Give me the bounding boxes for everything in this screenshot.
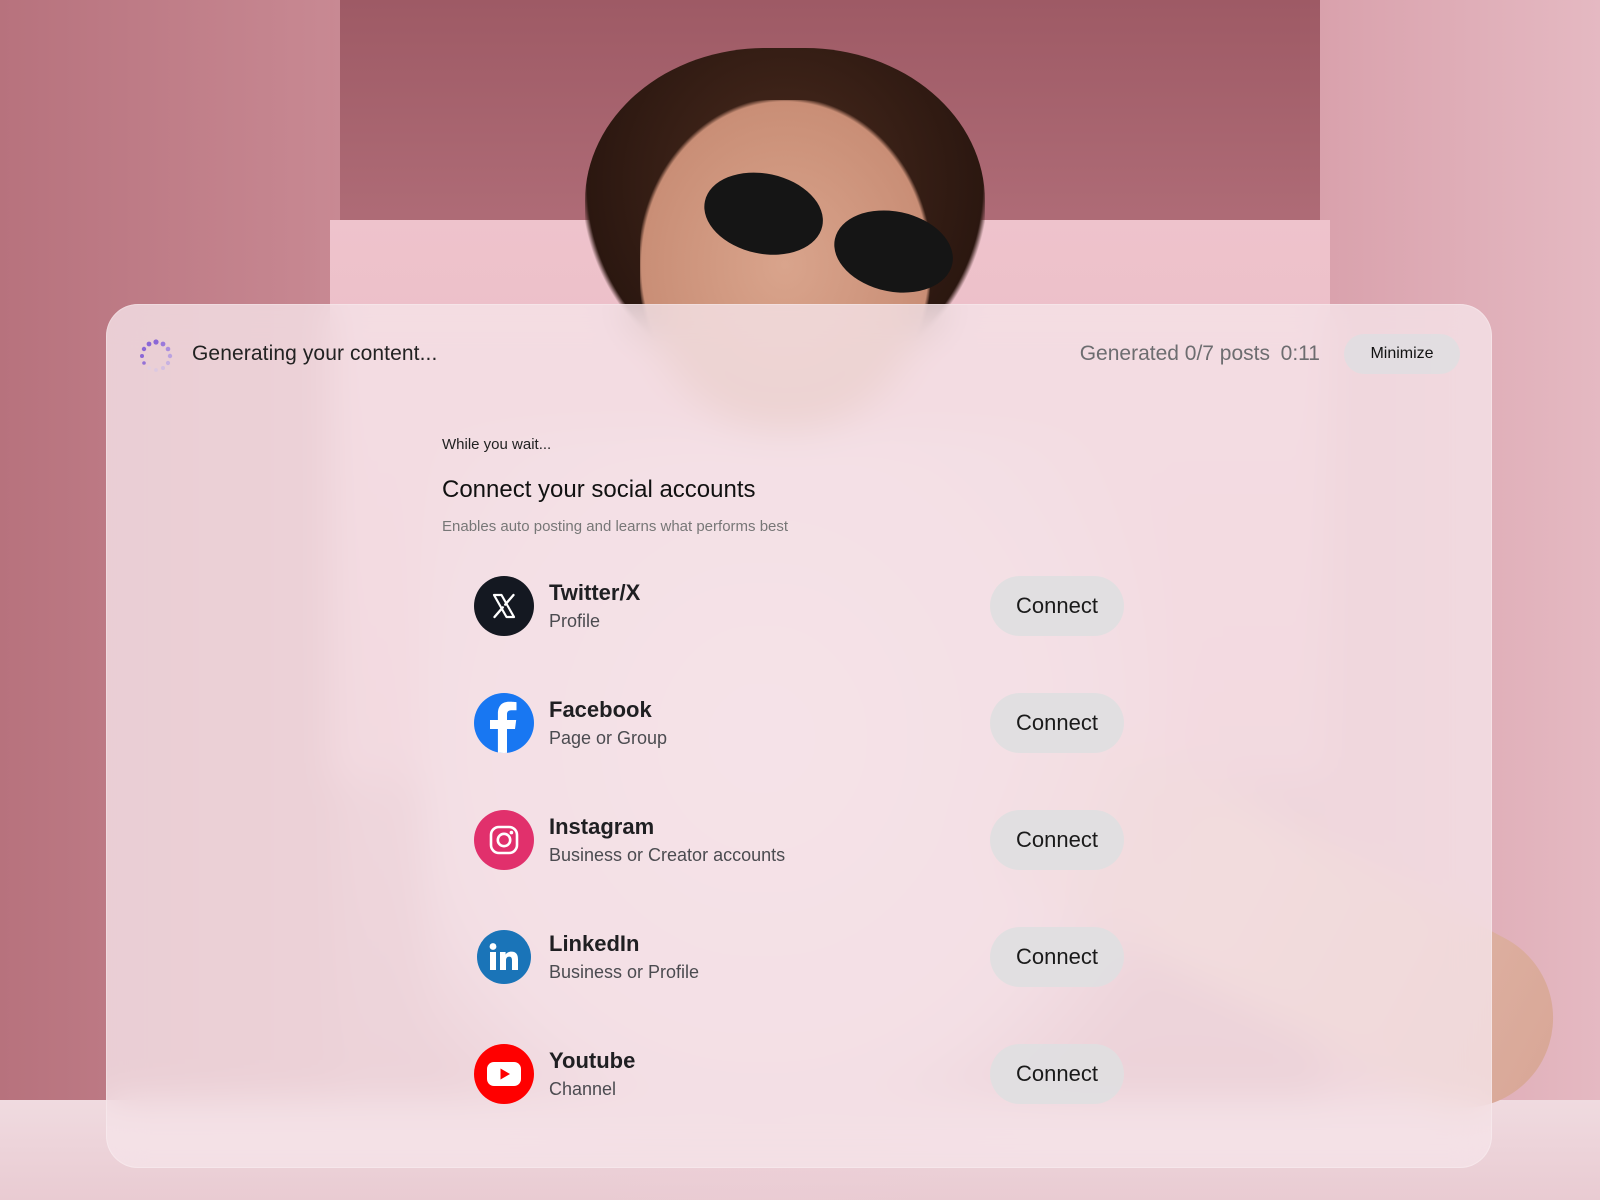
connect-facebook-button[interactable]: Connect [990,693,1124,753]
account-row-youtube: Youtube Channel Connect [474,1044,1124,1104]
loading-spinner-icon [138,338,174,374]
account-name: Instagram [549,814,655,839]
panel-header: Generating your content... Generated 0/7… [106,304,1492,408]
account-row-twitter: Twitter/X Profile Connect [474,576,1124,636]
minimize-button[interactable]: Minimize [1344,334,1460,374]
generating-status-text: Generating your content... [192,342,438,365]
connect-linkedin-button[interactable]: Connect [990,927,1124,987]
linkedin-logo-icon [477,930,531,984]
section-heading: Connect your social accounts [442,476,756,503]
account-subtitle: Business or Creator accounts [549,845,786,865]
generated-count-text: Generated 0/7 posts [1079,342,1270,365]
account-row-instagram: Instagram Business or Creator accounts C… [474,810,1124,870]
account-name: Twitter/X [549,580,641,605]
account-subtitle: Business or Profile [549,962,700,982]
account-subtitle: Page or Group [549,728,668,748]
section-subtext: Enables auto posting and learns what per… [442,518,789,535]
elapsed-timer: 0:11 [1280,342,1320,365]
account-subtitle: Channel [549,1079,617,1099]
youtube-logo-icon [474,1044,534,1104]
instagram-logo-icon [474,810,534,870]
account-name: Facebook [549,697,652,722]
connect-twitter-button[interactable]: Connect [990,576,1124,636]
account-name: LinkedIn [549,931,640,956]
x-logo-icon [474,576,534,636]
facebook-logo-icon [474,693,534,753]
connect-instagram-button[interactable]: Connect [990,810,1124,870]
account-subtitle: Profile [549,611,601,631]
account-name: Youtube [549,1048,636,1073]
generating-panel: Generating your content... Generated 0/7… [106,304,1492,1168]
connect-youtube-button[interactable]: Connect [990,1044,1124,1104]
account-row-linkedin: LinkedIn Business or Profile Connect [474,927,1124,987]
account-row-facebook: Facebook Page or Group Connect [474,693,1124,753]
while-you-wait-text: While you wait... [442,436,552,453]
